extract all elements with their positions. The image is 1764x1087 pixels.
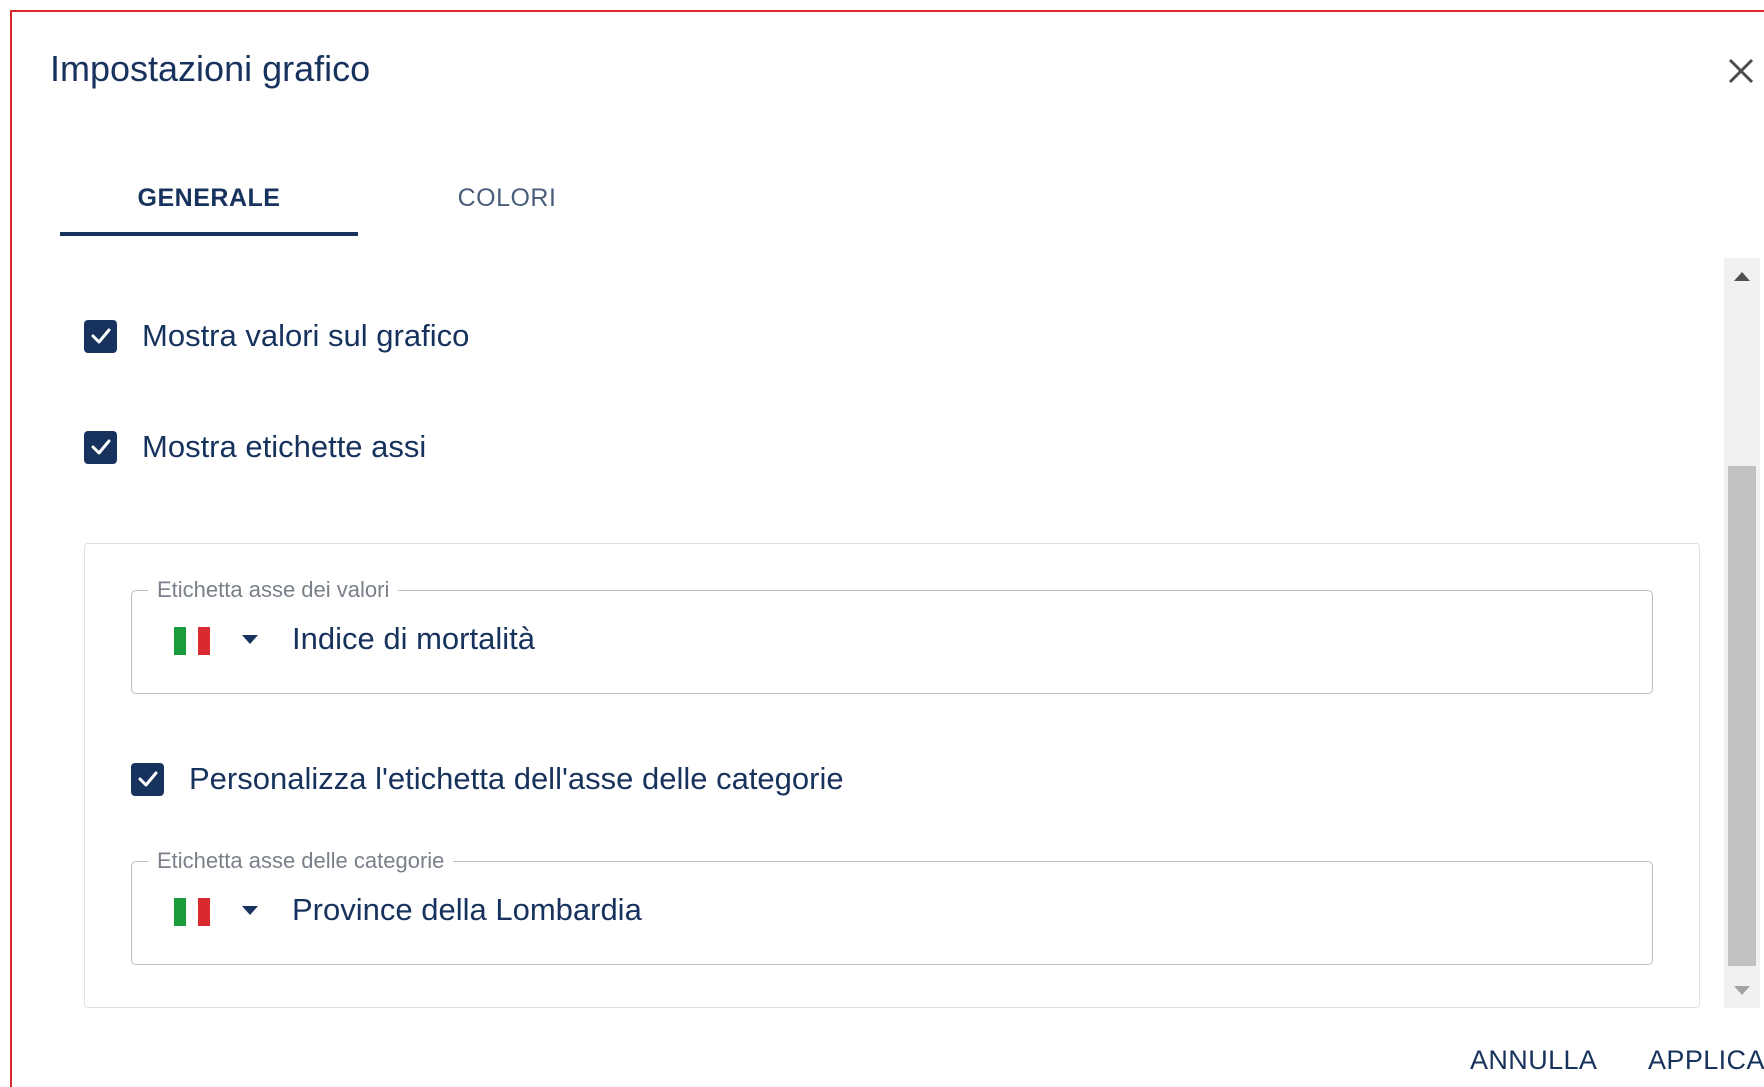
- cancel-button[interactable]: ANNULLA: [1470, 1045, 1597, 1076]
- caret-down-icon[interactable]: [242, 635, 258, 644]
- tab-bar: GENERALE COLORI: [60, 162, 660, 236]
- customize-category-label-label: Personalizza l'etichetta dell'asse delle…: [189, 761, 844, 796]
- category-axis-label-field[interactable]: Etichetta asse delle categorie Province …: [131, 848, 1653, 965]
- category-axis-label-input[interactable]: Province della Lombardia: [292, 892, 642, 928]
- check-icon: [138, 771, 157, 787]
- close-icon[interactable]: [1726, 56, 1756, 86]
- customize-category-label-option[interactable]: Personalizza l'etichetta dell'asse delle…: [131, 761, 844, 797]
- value-axis-label-input[interactable]: Indice di mortalità: [292, 621, 535, 657]
- chart-settings-dialog: Impostazioni grafico GENERALE COLORI Mos…: [10, 10, 1764, 1087]
- dialog-actions: ANNULLA APPLICA: [1470, 1045, 1764, 1085]
- show-axis-labels-option[interactable]: Mostra etichette assi: [84, 429, 426, 465]
- settings-content: Mostra valori sul grafico Mostra etichet…: [60, 258, 1708, 1008]
- apply-button[interactable]: APPLICA: [1648, 1045, 1764, 1076]
- tab-generale[interactable]: GENERALE: [60, 162, 358, 234]
- arrow-up-icon: [1734, 271, 1750, 281]
- value-axis-label-legend: Etichetta asse dei valori: [148, 577, 399, 603]
- show-values-label: Mostra valori sul grafico: [142, 318, 470, 353]
- category-axis-label-legend: Etichetta asse delle categorie: [148, 848, 454, 874]
- scroll-down-button[interactable]: [1724, 972, 1760, 1008]
- value-axis-label-field[interactable]: Etichetta asse dei valori Indice di mort…: [131, 577, 1653, 694]
- check-icon: [91, 328, 110, 344]
- scroll-up-button[interactable]: [1724, 258, 1760, 294]
- show-values-checkbox[interactable]: [84, 319, 117, 353]
- show-values-option[interactable]: Mostra valori sul grafico: [84, 318, 469, 354]
- caret-down-icon[interactable]: [242, 906, 258, 915]
- customize-category-label-checkbox[interactable]: [131, 762, 164, 796]
- italy-flag-icon[interactable]: [174, 627, 210, 655]
- arrow-down-icon: [1734, 985, 1750, 995]
- dialog-title: Impostazioni grafico: [50, 48, 371, 89]
- active-tab-indicator: [60, 232, 358, 236]
- axis-labels-panel: Etichetta asse dei valori Indice di mort…: [84, 543, 1700, 1008]
- vertical-scrollbar[interactable]: [1724, 258, 1760, 1008]
- show-axis-labels-label: Mostra etichette assi: [142, 429, 427, 464]
- show-axis-labels-checkbox[interactable]: [84, 430, 117, 464]
- scrollbar-thumb[interactable]: [1728, 466, 1756, 966]
- check-icon: [91, 439, 110, 455]
- italy-flag-icon[interactable]: [174, 898, 210, 926]
- tab-colori[interactable]: COLORI: [358, 162, 656, 234]
